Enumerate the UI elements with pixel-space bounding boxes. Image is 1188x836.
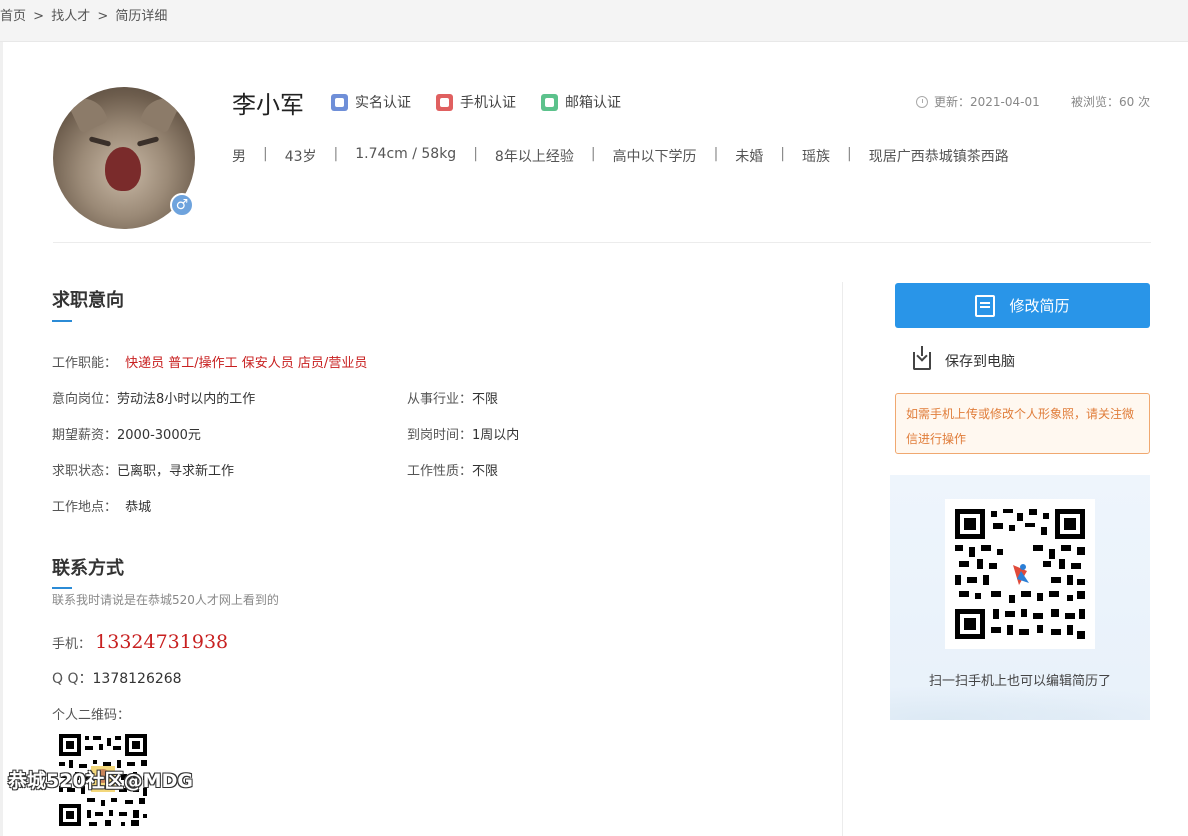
- field-label: 求职状态：: [52, 464, 118, 479]
- field-value: 2000-3000元: [117, 428, 201, 443]
- field-label: 意向岗位：: [52, 392, 118, 407]
- breadcrumb-sep: >: [97, 9, 109, 24]
- edit-resume-button[interactable]: 修改简历: [895, 283, 1150, 328]
- field-label: 手机：: [52, 637, 92, 652]
- field-label: Q Q：: [52, 671, 93, 687]
- info-separator: |: [780, 146, 785, 162]
- field-value: 不限: [472, 464, 499, 479]
- basic-info: 男 | 43岁 | 1.74cm / 58kg | 8年以上经验 | 高中以下学…: [232, 146, 1009, 166]
- field-label: 工作职能：: [52, 356, 118, 371]
- field-phone: 手机： 13324731938: [52, 631, 228, 653]
- info-marital: 未婚: [735, 149, 764, 165]
- info-gender: 男: [232, 149, 246, 165]
- column-divider: [842, 282, 843, 836]
- cat-eye-right: [136, 136, 160, 147]
- field-value: 劳动法8小时以内的工作: [117, 392, 256, 407]
- cert-label: 实名认证: [355, 95, 411, 111]
- info-education: 高中以下学历: [612, 149, 697, 165]
- cat-ear-left: [67, 90, 109, 134]
- contact-subtitle: 联系我时请说是在恭城520人才网上看到的: [52, 593, 279, 607]
- field-label: 从事行业：: [407, 392, 473, 407]
- breadcrumb-sep: >: [33, 9, 45, 24]
- info-separator: |: [333, 146, 339, 162]
- male-icon: ♂: [170, 193, 194, 217]
- edit-icon: [975, 294, 996, 317]
- field-qq: Q Q：1378126268: [52, 668, 182, 688]
- watermark: 恭城520社区@MDG: [8, 770, 193, 792]
- cert-label: 邮箱认证: [565, 95, 621, 111]
- field-industry: 从事行业：不限: [407, 388, 498, 407]
- field-value: 快递员 普工/操作工 保安人员 店员/营业员: [125, 356, 368, 371]
- cert-phone: 手机认证: [436, 92, 516, 112]
- view-count: 被浏览：60 次: [1071, 95, 1151, 109]
- field-label: 工作性质：: [407, 464, 473, 479]
- qq-number: 1378126268: [92, 671, 182, 687]
- info-experience: 8年以上经验: [494, 149, 574, 165]
- field-functions: 工作职能： 快递员 普工/操作工 保安人员 店员/营业员: [52, 352, 367, 371]
- clock-icon: [916, 95, 928, 108]
- field-label: 期望薪资：: [52, 428, 118, 443]
- mobile-qr-code: [945, 499, 1095, 649]
- breadcrumb-detail: 简历详细: [115, 9, 168, 24]
- divider: [53, 242, 1151, 243]
- field-value: 不限: [472, 392, 499, 407]
- info-separator: |: [263, 146, 268, 162]
- phone-icon: [436, 93, 453, 111]
- title-underline: [52, 320, 72, 322]
- field-arrival: 到岗时间：1周以内: [407, 424, 519, 443]
- update-date: 更新：2021-04-01: [916, 93, 1040, 110]
- candidate-name: 李小军: [232, 91, 304, 119]
- field-qr-label: 个人二维码：: [52, 708, 131, 723]
- field-value: 1周以内: [472, 428, 520, 443]
- wechat-notice: 如需手机上传或修改个人形象照，请关注微信进行操作: [895, 393, 1150, 454]
- update-text: 更新：2021-04-01: [934, 95, 1040, 109]
- breadcrumb-home[interactable]: 首页: [0, 9, 26, 24]
- field-status: 求职状态：已离职，寻求新工作: [52, 460, 234, 479]
- mail-icon: [541, 93, 558, 111]
- info-separator: |: [713, 146, 719, 162]
- field-value: 恭城: [125, 500, 152, 515]
- field-value: 已离职，寻求新工作: [117, 464, 235, 479]
- info-separator: |: [847, 146, 852, 162]
- field-label: 工作地点：: [52, 500, 118, 515]
- title-underline: [52, 587, 72, 589]
- info-separator: |: [590, 146, 596, 162]
- field-salary: 期望薪资：2000-3000元: [52, 424, 201, 443]
- breadcrumb-talent[interactable]: 找人才: [51, 9, 90, 24]
- info-ethnicity: 瑶族: [802, 149, 830, 165]
- contact-title: 联系方式: [52, 558, 124, 579]
- breadcrumb: 首页 > 找人才 > 简历详细: [0, 0, 1188, 42]
- qr-pattern: [955, 509, 1085, 639]
- cat-ear-right: [139, 90, 181, 134]
- qr-caption: 扫一扫手机上也可以编辑简历了: [928, 674, 1111, 689]
- cert-label: 手机认证: [460, 95, 516, 111]
- cat-mouth: [105, 147, 141, 191]
- save-to-computer-button[interactable]: 保存到电脑: [913, 346, 1015, 371]
- field-position: 意向岗位：劳动法8小时以内的工作: [52, 388, 255, 407]
- info-residence: 现居广西恭城镇茶西路: [868, 149, 1009, 165]
- cert-real-name: 实名认证: [331, 92, 411, 112]
- field-nature: 工作性质：不限: [407, 460, 498, 479]
- cat-eye-left: [88, 136, 112, 147]
- download-icon: [913, 346, 931, 370]
- resume-card: ♂ 李小军 实名认证 手机认证 邮箱认证 更新：2021-04-01 被浏览：6…: [3, 42, 1188, 836]
- field-location: 工作地点： 恭城: [52, 496, 151, 515]
- phone-number[interactable]: 13324731938: [95, 631, 228, 653]
- info-height-weight: 1.74cm / 58kg: [355, 146, 457, 162]
- info-age: 43岁: [284, 149, 317, 165]
- edit-resume-label: 修改简历: [1009, 297, 1070, 315]
- field-label: 到岗时间：: [407, 428, 473, 443]
- intent-title: 求职意向: [52, 290, 124, 311]
- save-label: 保存到电脑: [945, 354, 1015, 370]
- id-card-icon: [331, 93, 348, 111]
- mobile-qr-panel: 扫一扫手机上也可以编辑简历了: [890, 475, 1150, 720]
- cert-email: 邮箱认证: [541, 92, 621, 112]
- info-separator: |: [473, 146, 478, 162]
